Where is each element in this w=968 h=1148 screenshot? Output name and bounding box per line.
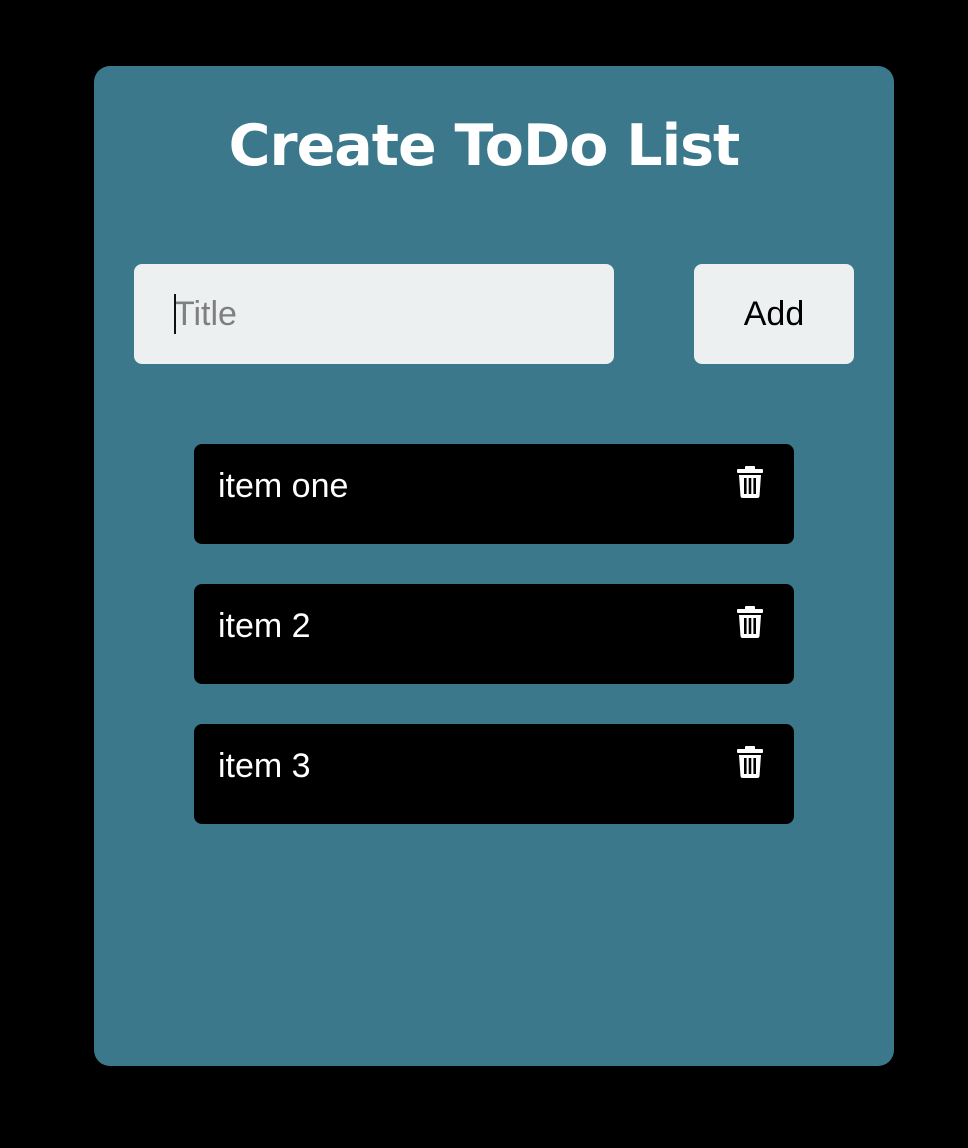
trash-icon[interactable] xyxy=(736,466,764,498)
todo-item: item one xyxy=(194,444,794,544)
todo-item: item 2 xyxy=(194,584,794,684)
trash-icon[interactable] xyxy=(736,746,764,778)
todo-card xyxy=(94,66,894,1066)
page-title: Create ToDo List xyxy=(228,113,741,179)
text-cursor xyxy=(174,294,176,334)
todo-item-label: item one xyxy=(218,467,349,505)
add-button[interactable]: Add xyxy=(694,264,854,364)
todo-item: item 3 xyxy=(194,724,794,824)
trash-icon[interactable] xyxy=(736,606,764,638)
todo-item-label: item 3 xyxy=(218,747,311,785)
todo-item-label: item 2 xyxy=(218,607,311,645)
title-input[interactable] xyxy=(134,264,614,364)
